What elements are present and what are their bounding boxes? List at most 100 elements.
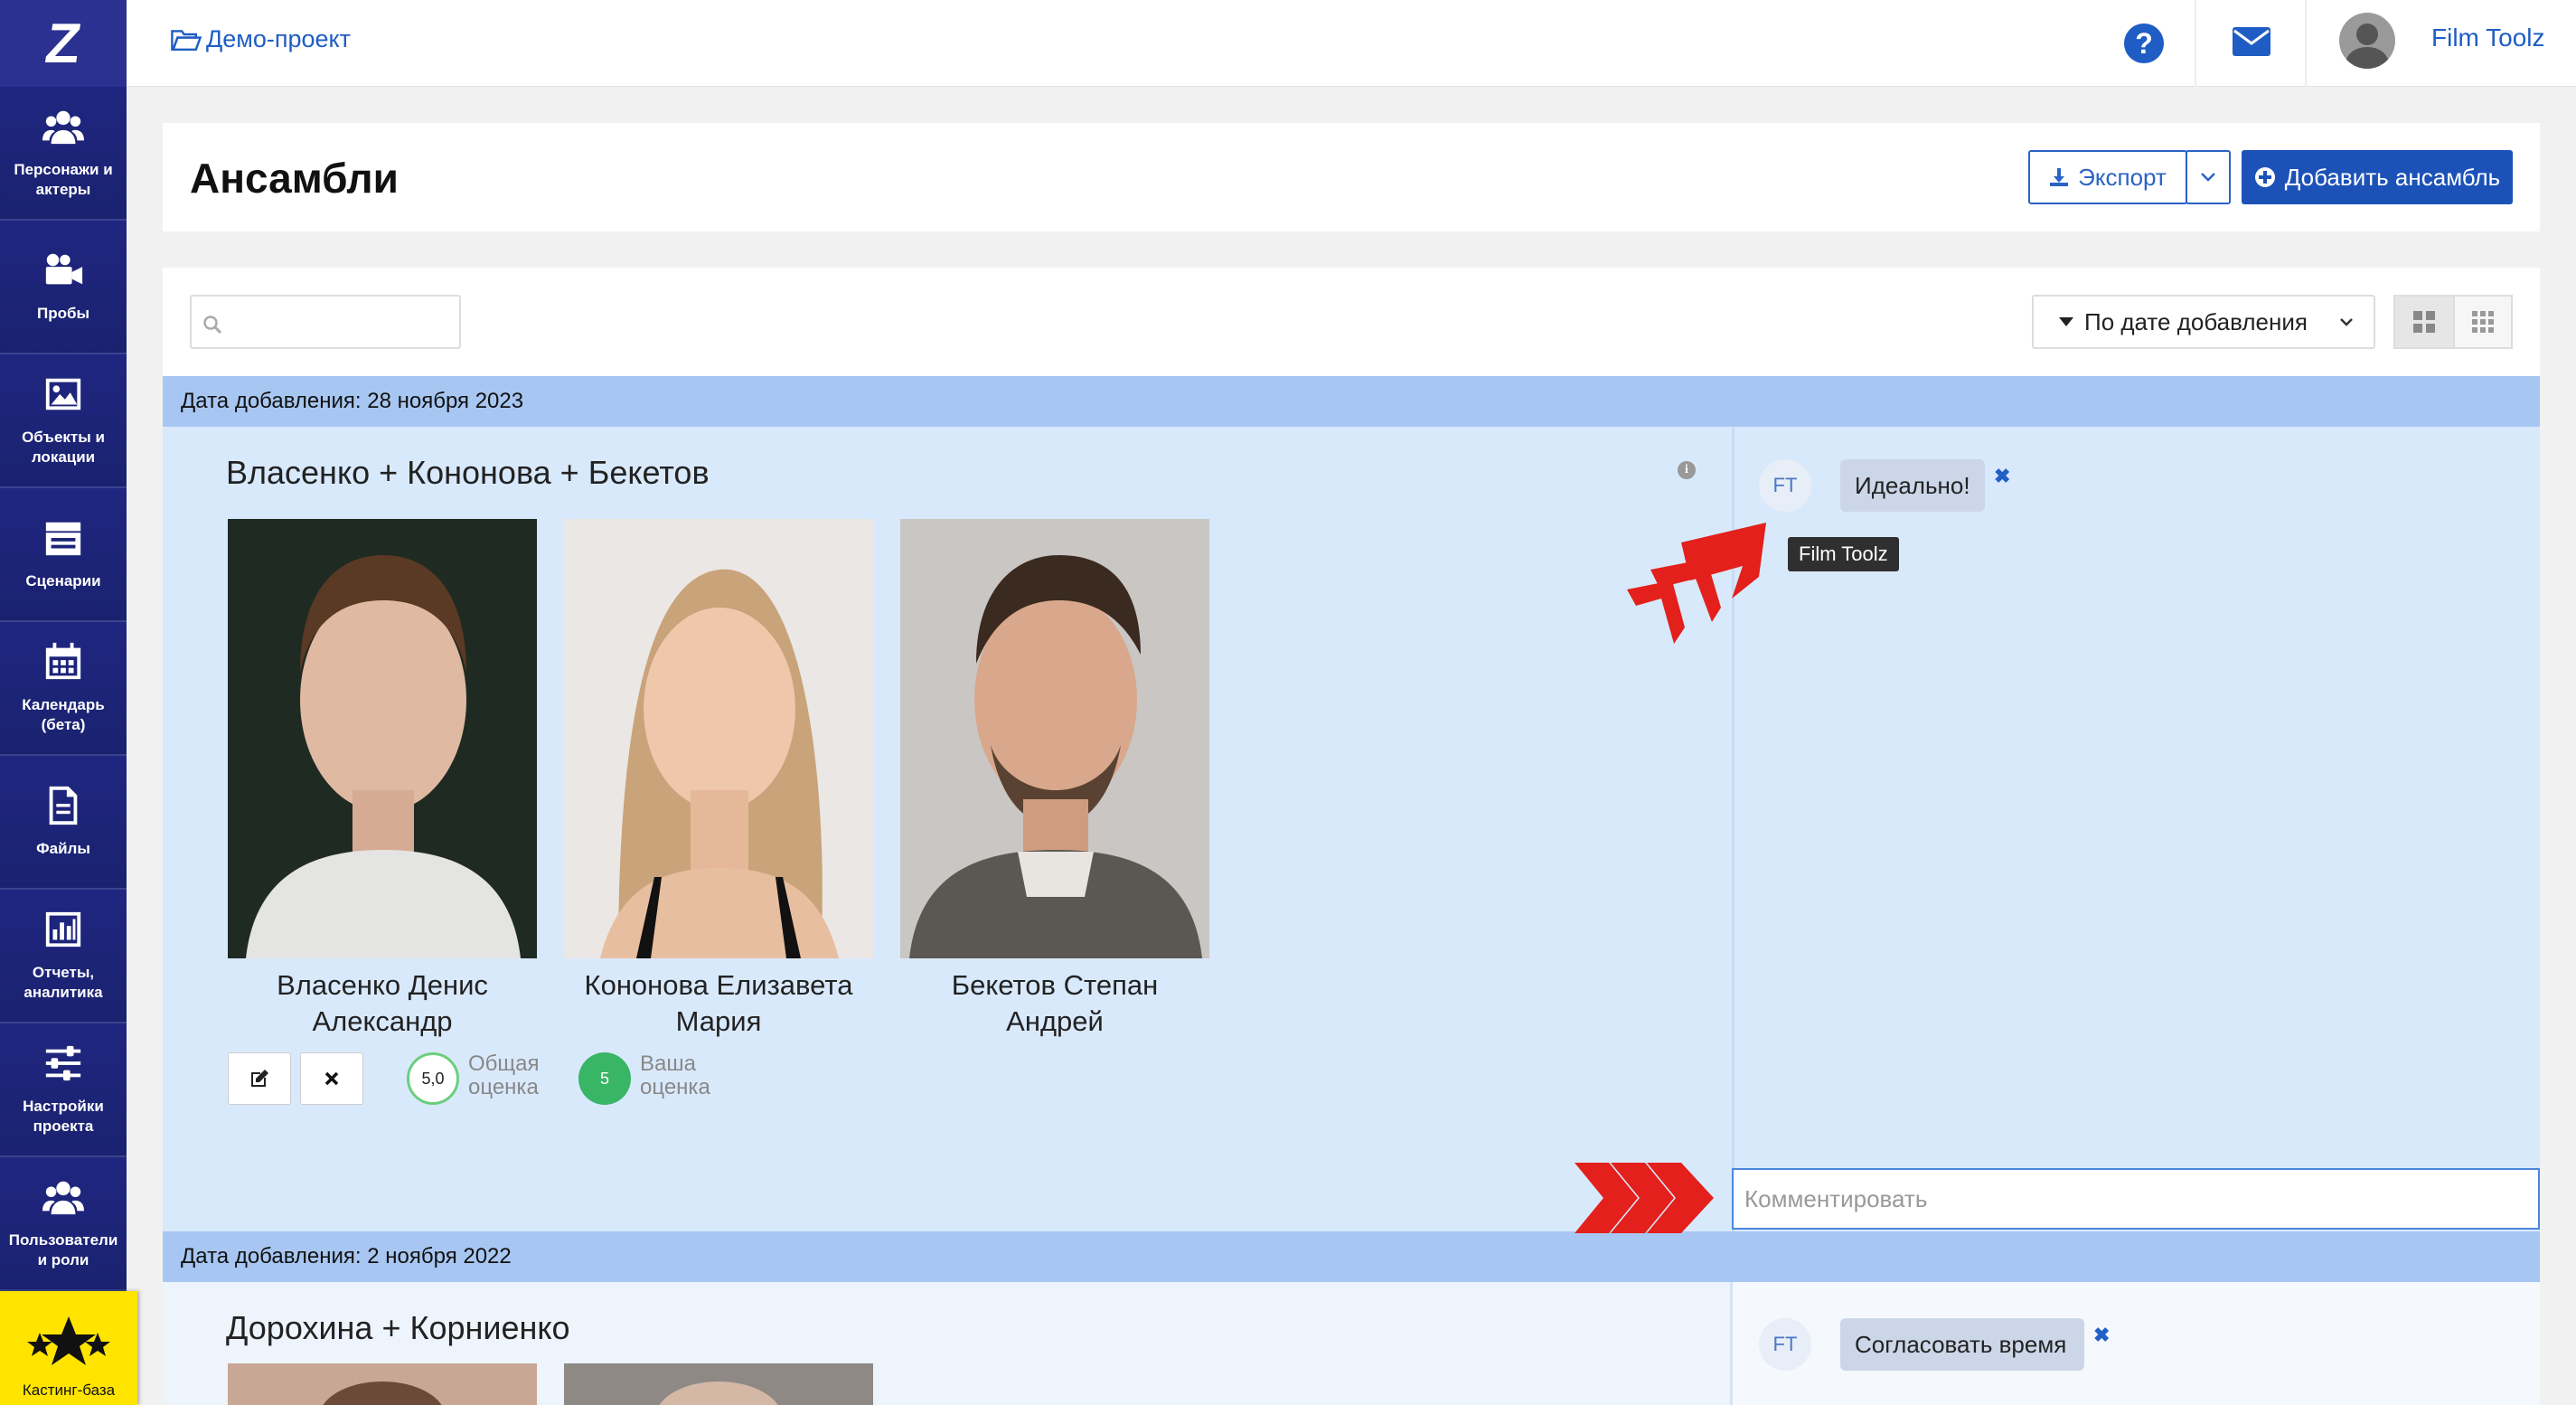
my-score-label-line1: Ваша <box>640 1051 696 1076</box>
breadcrumb-project: Демо-проект <box>206 25 352 52</box>
sort-select[interactable]: По дате добавления <box>2032 295 2375 349</box>
sidebar-item-label: Отчеты, аналитика <box>24 964 103 1001</box>
actor-photo <box>228 1363 537 1405</box>
user-name[interactable]: Film Toolz <box>2431 24 2545 52</box>
chevron-down-icon <box>2340 318 2353 326</box>
sidebar-item-label: Календарь (бета) <box>22 696 105 733</box>
download-icon <box>2050 168 2069 186</box>
actor-role: Андрей <box>1006 1005 1104 1037</box>
ensembles-panel: По дате добавления Дата добавления: 28 н… <box>163 268 2540 1405</box>
sidebar-item-users[interactable]: Пользователи и роли <box>0 1157 127 1291</box>
logo-text: Z <box>42 12 85 75</box>
sidebar-item-files[interactable]: Файлы <box>0 756 127 890</box>
sidebar-item-label: Файлы <box>36 840 90 857</box>
actor-photo <box>564 1363 873 1405</box>
add-ensemble-button[interactable]: Добавить ансамбль <box>2242 150 2513 204</box>
grid-small-icon <box>2472 311 2494 333</box>
comment-bubble: Согласовать время <box>1840 1318 2084 1371</box>
large-grid-view-button[interactable] <box>2393 295 2455 349</box>
search-icon <box>203 316 222 335</box>
sliders-icon <box>45 1045 81 1081</box>
page-title: Ансамбли <box>190 155 399 202</box>
help-icon[interactable]: ? <box>2124 24 2164 63</box>
actor-name: Бекетов Степан Андрей <box>900 967 1209 1040</box>
avatar[interactable] <box>2339 13 2395 69</box>
actor-card[interactable]: Бекетов Степан Андрей <box>900 519 1209 1040</box>
delete-comment-icon[interactable]: ✖ <box>2093 1324 2110 1347</box>
sidebar-item-casting-base[interactable]: Кастинг-база <box>0 1291 137 1405</box>
actor-surname: Кононова Елизавета <box>584 969 853 1001</box>
image-icon <box>45 378 81 410</box>
small-grid-view-button[interactable] <box>2453 295 2513 349</box>
annotation-arrow-icon <box>1575 1163 1714 1233</box>
user-silhouette-icon <box>2345 24 2390 69</box>
sidebar-item-label: Пробы <box>36 305 89 322</box>
sidebar-item-scripts[interactable]: Сценарии <box>0 488 127 622</box>
actor-surname: Власенко Денис <box>277 969 488 1001</box>
users-icon <box>42 1181 84 1215</box>
mail-icon[interactable] <box>2233 27 2270 56</box>
delete-ensemble-button[interactable] <box>300 1052 363 1105</box>
edit-icon <box>251 1070 268 1087</box>
topbar-divider <box>2195 0 2196 87</box>
my-score-badge[interactable]: 5 <box>578 1052 631 1105</box>
page-header: Ансамбли Экспорт Добавить ансамбль <box>163 123 2540 231</box>
export-dropdown-button[interactable] <box>2186 150 2231 204</box>
breadcrumb[interactable]: Демо-проект <box>170 25 351 53</box>
export-button[interactable]: Экспорт <box>2028 150 2187 204</box>
close-icon <box>324 1071 339 1086</box>
sidebar-item-calendar[interactable]: Календарь (бета) <box>0 622 127 756</box>
export-label: Экспорт <box>2078 163 2167 191</box>
total-score-label-line1: Общая <box>468 1051 540 1076</box>
file-icon <box>49 786 78 825</box>
chevron-down-icon <box>2201 173 2215 182</box>
total-score-label-line2: оценка <box>468 1075 539 1099</box>
ensemble-card: Власенко + Кононова + Бекетов i Власенко… <box>163 427 2540 1231</box>
sidebar-item-characters[interactable]: Персонажи и актеры <box>0 87 127 221</box>
actor-role: Мария <box>675 1005 762 1037</box>
actor-photo <box>228 519 537 958</box>
sidebar-item-reports[interactable]: Отчеты, аналитика <box>0 890 127 1023</box>
comment-author-avatar: FT <box>1759 1318 1811 1371</box>
actor-card[interactable]: Кононова Елизавета Мария <box>564 519 873 1040</box>
my-score-label-line2: оценка <box>640 1075 710 1099</box>
search-field[interactable] <box>190 295 461 349</box>
plus-circle-icon <box>2254 167 2275 187</box>
comment-author-avatar: FT <box>1759 459 1811 512</box>
bar-chart-icon <box>45 911 81 948</box>
folder-open-icon <box>171 29 202 51</box>
info-icon[interactable]: i <box>1678 461 1696 479</box>
sidebar-item-label: Настройки проекта <box>23 1098 104 1135</box>
actor-surname: Бекетов Степан <box>951 969 1159 1001</box>
calendar-icon <box>45 642 81 680</box>
ensemble-title[interactable]: Дорохина + Корниенко <box>226 1309 570 1347</box>
delete-comment-icon[interactable]: ✖ <box>1994 465 2010 488</box>
ensemble-main: Власенко + Кононова + Бекетов i Власенко… <box>163 427 1730 1231</box>
actor-photo <box>900 519 1209 958</box>
date-group-header: Дата добавления: 2 ноября 2022 <box>163 1231 2540 1282</box>
total-score-label: Общая оценка <box>468 1052 540 1099</box>
app-logo[interactable]: Z <box>0 0 127 87</box>
sidebar-item-locations[interactable]: Объекты и локации <box>0 354 127 488</box>
actor-name: Власенко Денис Александр <box>228 967 537 1040</box>
sidebar-item-auditions[interactable]: Пробы <box>0 221 127 354</box>
users-icon <box>42 110 84 145</box>
edit-ensemble-button[interactable] <box>228 1052 291 1105</box>
caret-down-icon <box>2059 317 2073 326</box>
annotation-arrow-icon <box>1627 523 1766 644</box>
sidebar-item-settings[interactable]: Настройки проекта <box>0 1023 127 1157</box>
add-ensemble-label: Добавить ансамбль <box>2284 163 2501 191</box>
actor-name: Кононова Елизавета Мария <box>564 967 873 1040</box>
actor-card[interactable]: Власенко Денис Александр <box>228 519 537 1040</box>
comment-bubble: Идеально! <box>1840 459 1985 512</box>
sidebar-item-label: Пользователи и роли <box>8 1231 118 1268</box>
stars-icon <box>27 1316 110 1365</box>
video-camera-icon <box>45 253 83 285</box>
my-score-label: Ваша оценка <box>640 1052 710 1099</box>
sidebar-item-label: Объекты и локации <box>22 429 105 466</box>
comment-input[interactable] <box>1732 1168 2540 1230</box>
sidebar: Z Персонажи и актеры Пробы Объекты и лок… <box>0 0 127 1405</box>
ensemble-title[interactable]: Власенко + Кононова + Бекетов <box>226 454 710 492</box>
date-group-header: Дата добавления: 28 ноября 2023 <box>163 376 2540 427</box>
total-score-badge: 5,0 <box>407 1052 459 1105</box>
